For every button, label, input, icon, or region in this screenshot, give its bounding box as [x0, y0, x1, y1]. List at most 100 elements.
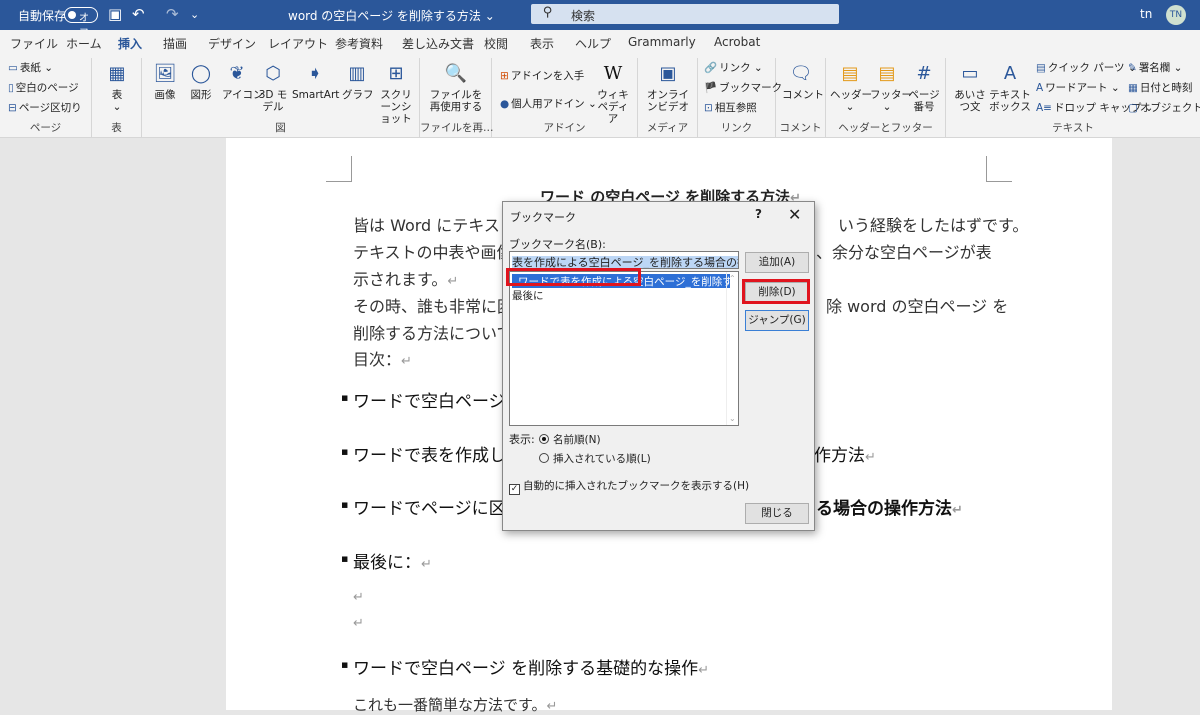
close-button[interactable]: 閉じる — [745, 503, 809, 524]
my-addins-button[interactable]: ● 個人用アドイン ⌄ — [500, 96, 597, 111]
blank-page-button[interactable]: ▯ 空白のページ — [8, 80, 79, 95]
blank-page-icon: ▯ — [8, 82, 14, 94]
body-line: これも一番簡単な方法です。↵ — [353, 696, 558, 714]
help-icon[interactable]: ? — [755, 207, 762, 221]
tab-grammarly[interactable]: Grammarly — [628, 35, 696, 49]
tab-home[interactable]: ホーム — [66, 35, 102, 52]
bookmark-list[interactable]: ワードで表を作成による空白ページ_を削除する場合 最後に ⌃⌄ — [509, 271, 739, 426]
list-scrollbar[interactable]: ⌃ ⌄ — [726, 272, 738, 425]
search-box[interactable]: ⚲ 検索 — [531, 4, 839, 24]
tab-mailings[interactable]: 差し込み文書 — [402, 35, 474, 52]
smartart-icon: ➧ — [307, 63, 323, 84]
undo-icon[interactable]: ↶ — [132, 5, 145, 23]
tab-references[interactable]: 参考資料 — [335, 35, 383, 52]
body-line: 削除する方法について — [353, 324, 513, 343]
header-button[interactable]: ▤ ヘッダー ⌄ — [830, 62, 872, 113]
toc-item-tail: る場合の操作方法↵ — [816, 499, 963, 519]
quick-parts-icon: ▤ — [1036, 62, 1046, 74]
highlight-box-delete — [742, 279, 810, 304]
smartart-button[interactable]: ➧ SmartArt — [292, 62, 339, 101]
textbox-button[interactable]: A テキストボックス — [988, 62, 1032, 113]
date-time-button[interactable]: ▦ 日付と時刻 — [1128, 80, 1192, 95]
autosave-toggle[interactable]: オフ — [64, 7, 98, 39]
group-comments: 🗨 コメント コメント — [776, 58, 826, 138]
ribbon: ▭ 表紙 ⌄ ▯ 空白のページ ⊟ ページ区切り ページ ▦ 表 ⌄ 表 🖼 画像 ◯ 図形 … — [0, 54, 1200, 138]
customize-icon[interactable]: ⌄ — [190, 8, 199, 21]
search-placeholder: 検索 — [571, 9, 596, 23]
tab-help[interactable]: ヘルプ — [575, 35, 611, 52]
body-line: 目次：↵ — [353, 350, 412, 369]
signature-line-button[interactable]: ✎ 署名欄 ⌄ — [1128, 60, 1182, 75]
object-icon: ▢ — [1128, 102, 1138, 114]
wordart-button[interactable]: A ワードアート ⌄ — [1036, 80, 1120, 95]
user-initials: tn — [1140, 7, 1153, 21]
tab-acrobat[interactable]: Acrobat — [714, 35, 760, 49]
3d-model-button[interactable]: ⬡ 3D モデル — [258, 62, 288, 113]
redo-icon[interactable]: ↷ — [166, 5, 179, 23]
save-icon[interactable]: ▣ — [108, 5, 122, 23]
bookmark-list-item[interactable]: 最後に — [512, 288, 544, 303]
object-button[interactable]: ▢オブジェクト ⌄ — [1128, 100, 1200, 115]
body-line: 、余分な空白ページが表 — [816, 243, 992, 262]
dialog-title: ブックマーク — [510, 211, 576, 224]
bookmark-button[interactable]: 🏴 ブックマーク — [704, 80, 782, 95]
cross-reference-button[interactable]: ⊡ 相互参照 — [704, 100, 757, 115]
tab-view[interactable]: 表示 — [530, 35, 554, 52]
screenshot-button[interactable]: ⊞ スクリーンショット — [376, 62, 416, 125]
tab-file[interactable]: ファイル — [10, 35, 58, 52]
online-video-button[interactable]: ▣ オンラインビデオ — [644, 62, 692, 113]
document-title[interactable]: word の空白ページ を削除する方法 ⌄ — [288, 7, 495, 24]
quick-parts-button[interactable]: ▤ クイック パーツ ⌄ — [1036, 60, 1137, 75]
body-line: 示されます。↵ — [353, 270, 459, 289]
store-icon: ⊞ — [500, 70, 509, 82]
tab-design[interactable]: デザイン — [208, 35, 256, 52]
link-button[interactable]: 🔗 リンク ⌄ — [704, 60, 763, 75]
search-icon: ⚲ — [543, 5, 553, 20]
footer-button[interactable]: ▤ フッター ⌄ — [870, 62, 912, 113]
wikipedia-button[interactable]: W ウィキペディア — [594, 62, 632, 125]
group-label-reuse: ファイルを再… — [420, 122, 494, 134]
group-addins: ⊞ アドインを入手 ● 個人用アドイン ⌄ W ウィキペディア アドイン — [492, 58, 638, 138]
page-number-button[interactable]: # ページ番号 — [906, 62, 942, 113]
table-icon: ▦ — [108, 63, 126, 84]
signature-icon: ✎ — [1128, 62, 1137, 74]
group-illustrations: 🖼 画像 ◯ 図形 ❦ アイコン ⬡ 3D モデル ➧ SmartArt ▥ グラフ ⊞ スク… — [142, 58, 420, 138]
tab-layout[interactable]: レイアウト — [268, 35, 328, 52]
greeting-button[interactable]: ▭ あいさつ文 — [952, 62, 988, 113]
get-addins-button[interactable]: ⊞ アドインを入手 — [500, 68, 584, 83]
table-button[interactable]: ▦ 表 ⌄ — [102, 62, 132, 113]
toc-item: 最後に：↵ — [341, 548, 432, 573]
cube-icon: ⬡ — [265, 63, 281, 84]
reuse-files-button[interactable]: 🔍 ファイルを再使用する — [426, 62, 486, 113]
add-button[interactable]: 追加(A) — [745, 252, 809, 273]
shapes-button[interactable]: ◯ 図形 — [186, 62, 216, 101]
avatar[interactable]: TN — [1166, 5, 1186, 25]
cover-page-button[interactable]: ▭ 表紙 ⌄ — [8, 60, 53, 75]
body-line: 除 word の空白ページ を — [826, 297, 1009, 316]
tab-draw[interactable]: 描画 — [163, 35, 187, 52]
page-break-button[interactable]: ⊟ ページ区切り — [8, 100, 82, 115]
show-hidden-bookmarks-checkbox[interactable]: ✓ 自動的に挿入されたブックマークを表示する(H) — [509, 478, 749, 495]
tab-review[interactable]: 校閲 — [484, 35, 508, 52]
checkmark-icon: ✓ — [509, 484, 520, 495]
chart-button[interactable]: ▥ グラフ — [342, 62, 374, 101]
sort-by-name-radio[interactable]: 名前順(N) — [539, 432, 601, 447]
picture-button[interactable]: 🖼 画像 — [150, 62, 180, 101]
bookmark-name-input[interactable]: 表を作成による空白ページ_を削除する場合の操作方法 — [509, 251, 739, 269]
group-table: ▦ 表 ⌄ 表 — [92, 58, 142, 138]
group-label-media: メディア — [646, 122, 689, 134]
link-icon: 🔗 — [704, 62, 718, 74]
drop-cap-icon: A≡ — [1036, 102, 1052, 114]
comment-button[interactable]: 🗨 コメント — [782, 62, 824, 101]
jump-button[interactable]: ジャンプ(G) — [745, 310, 809, 331]
cross-reference-icon: ⊡ — [704, 102, 713, 114]
body-line: テキストの中表や画像 — [353, 243, 513, 262]
group-label-text: テキスト — [1052, 122, 1094, 134]
scroll-up-icon: ⌃ — [729, 274, 736, 283]
close-icon[interactable]: ✕ — [788, 205, 801, 224]
margin-corner-right — [986, 156, 1012, 182]
icons-button[interactable]: ❦ アイコン — [222, 62, 263, 101]
page-break-icon: ⊟ — [8, 102, 17, 114]
group-label-header-footer: ヘッダーとフッター — [838, 122, 933, 134]
sort-by-location-radio[interactable]: 挿入されている順(L) — [539, 451, 651, 466]
